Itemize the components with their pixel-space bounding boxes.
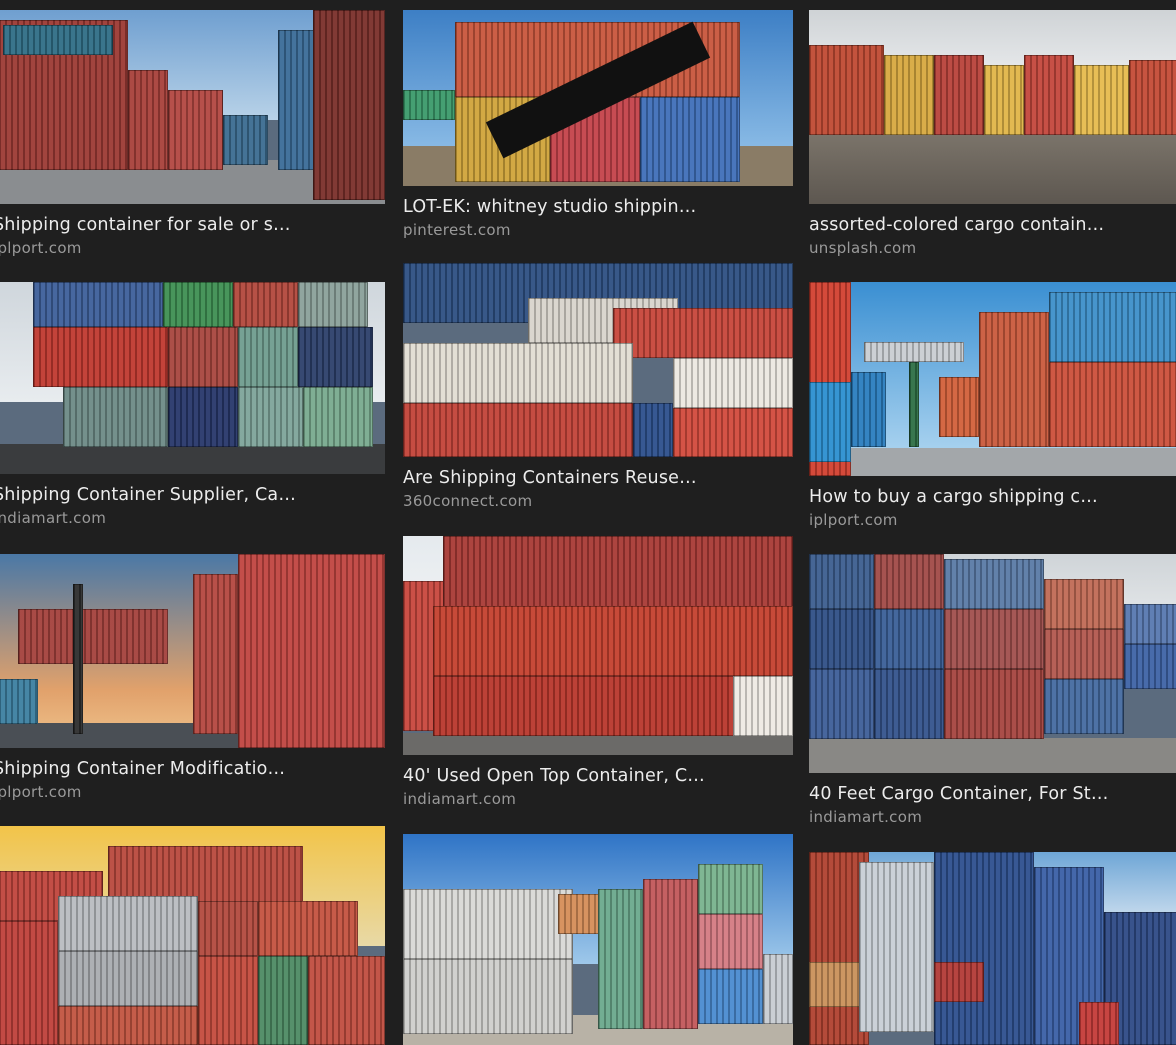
result-thumbnail[interactable] [403,536,793,755]
result-thumbnail[interactable] [0,282,385,474]
result-source: pinterest.com [403,221,511,239]
result-source: indiamart.com [0,509,107,527]
result-source: iplport.com [0,239,82,257]
result-card-6[interactable]: How to buy a cargo shipping c… iplport.c… [809,282,1176,530]
result-thumbnail[interactable] [809,852,1176,1045]
result-card-11[interactable] [403,834,793,1045]
result-source: 360connect.com [403,492,533,510]
result-title[interactable]: LOT-EK: whitney studio shippin… [403,196,793,218]
result-thumbnail[interactable] [809,10,1176,204]
result-title[interactable]: Shipping container for sale or s… [0,214,385,236]
result-title[interactable]: 40 Feet Cargo Container, For St… [809,783,1176,805]
result-thumbnail[interactable] [403,10,793,186]
result-source: indiamart.com [809,808,923,826]
result-title[interactable]: Shipping Container Supplier, Ca… [0,484,385,506]
result-card-2[interactable]: LOT-EK: whitney studio shippin… pinteres… [403,10,793,240]
result-title[interactable]: Shipping Container Modificatio… [0,758,385,780]
result-title[interactable]: How to buy a cargo shipping c… [809,486,1176,508]
result-source: iplport.com [809,511,898,529]
image-results-grid: Shipping container for sale or s… iplpor… [0,0,1176,1045]
result-card-10[interactable] [0,826,385,1045]
result-title[interactable]: assorted-colored cargo contain… [809,214,1176,236]
result-source: indiamart.com [403,790,517,808]
result-card-4[interactable]: Shipping Container Supplier, Ca… indiama… [0,282,385,528]
result-card-9[interactable]: 40 Feet Cargo Container, For St… indiama… [809,554,1176,827]
result-source: iplport.com [0,783,82,801]
result-title[interactable]: 40' Used Open Top Container, C… [403,765,793,787]
result-thumbnail[interactable] [809,282,1176,476]
result-thumbnail[interactable] [403,834,793,1045]
result-card-7[interactable]: Shipping Container Modificatio… iplport.… [0,554,385,802]
result-thumbnail[interactable] [0,554,385,748]
result-title[interactable]: Are Shipping Containers Reuse… [403,467,793,489]
result-thumbnail[interactable] [0,10,385,204]
result-source: unsplash.com [809,239,917,257]
result-card-12[interactable] [809,852,1176,1045]
result-thumbnail[interactable] [809,554,1176,773]
result-thumbnail[interactable] [403,263,793,457]
result-card-3[interactable]: assorted-colored cargo contain… unsplash… [809,10,1176,258]
result-card-1[interactable]: Shipping container for sale or s… iplpor… [0,10,385,258]
result-card-8[interactable]: 40' Used Open Top Container, C… indiamar… [403,536,793,809]
result-thumbnail[interactable] [0,826,385,1045]
result-card-5[interactable]: Are Shipping Containers Reuse… 360connec… [403,263,793,511]
